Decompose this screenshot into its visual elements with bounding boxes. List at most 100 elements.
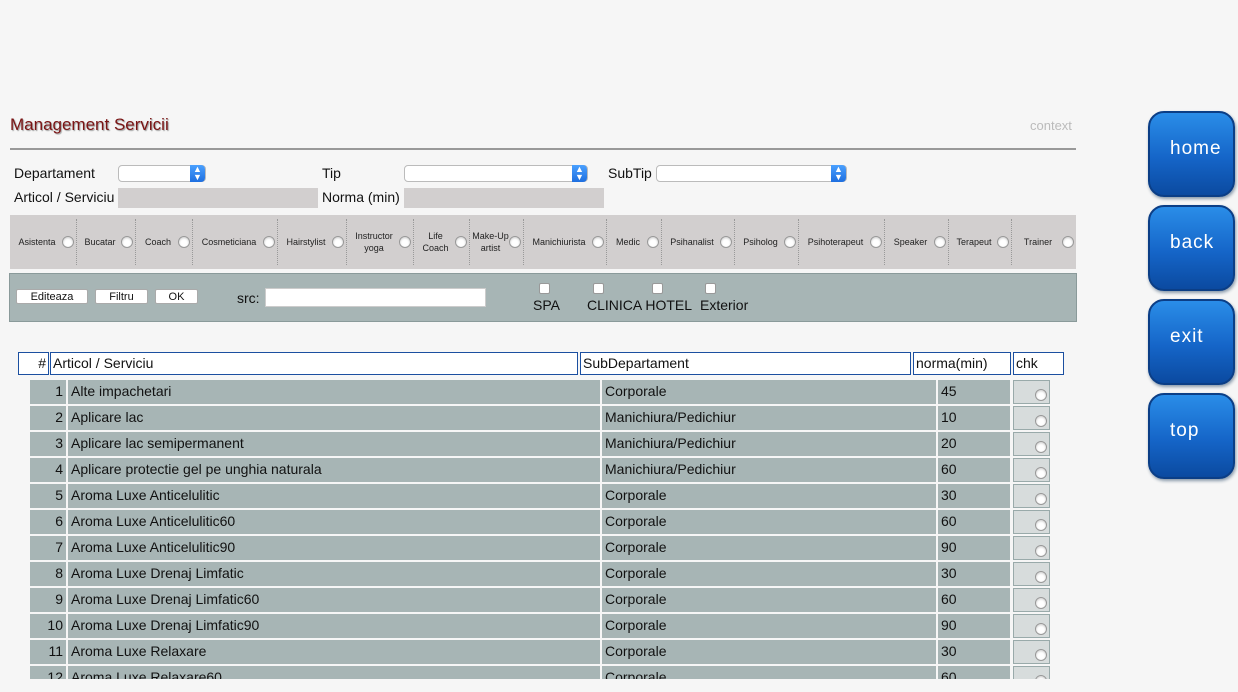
- table-row[interactable]: 11 Aroma Luxe Relaxare Corporale 30: [29, 639, 1053, 665]
- role-speaker[interactable]: Speaker: [885, 219, 949, 265]
- row-select-radio[interactable]: [1035, 545, 1047, 557]
- role-make-up-artist[interactable]: Make-Up artist: [470, 219, 524, 265]
- role-hairstylist[interactable]: Hairstylist: [278, 219, 347, 265]
- ok-button[interactable]: OK: [155, 289, 198, 304]
- role-cosmeticiana[interactable]: Cosmeticiana: [193, 219, 278, 265]
- role-radio[interactable]: [62, 236, 74, 248]
- role-radio[interactable]: [332, 236, 344, 248]
- role-radio[interactable]: [399, 236, 411, 248]
- role-radio[interactable]: [870, 236, 882, 248]
- col-header-num: #: [18, 352, 49, 375]
- row-select-radio[interactable]: [1035, 675, 1047, 679]
- row-select-radio[interactable]: [1035, 597, 1047, 609]
- table-row[interactable]: 5 Aroma Luxe Anticelulitic Corporale 30: [29, 483, 1053, 509]
- tip-label: Tip: [322, 165, 341, 181]
- role-radio[interactable]: [178, 236, 190, 248]
- role-radio[interactable]: [1062, 236, 1074, 248]
- row-norma: 60: [938, 588, 1010, 612]
- role-bucatar[interactable]: Bucatar: [77, 219, 136, 265]
- filter-button[interactable]: Filtru: [95, 289, 148, 304]
- role-terapeut[interactable]: Terapeut: [949, 219, 1012, 265]
- row-select-radio[interactable]: [1035, 415, 1047, 427]
- role-psiholog[interactable]: Psiholog: [735, 219, 799, 265]
- row-chk: [1013, 484, 1050, 508]
- row-chk: [1013, 432, 1050, 456]
- table-row[interactable]: 8 Aroma Luxe Drenaj Limfatic Corporale 30: [29, 561, 1053, 587]
- row-select-radio[interactable]: [1035, 623, 1047, 635]
- row-num: 5: [30, 484, 66, 508]
- role-asistenta[interactable]: Asistenta: [10, 219, 77, 265]
- hotel-checkbox[interactable]: [652, 283, 663, 294]
- home-button[interactable]: home: [1148, 111, 1235, 197]
- row-num: 3: [30, 432, 66, 456]
- row-norma: 30: [938, 562, 1010, 586]
- divider: [10, 148, 1076, 150]
- role-instructor-yoga[interactable]: Instructor yoga: [347, 219, 414, 265]
- exterior-checkbox[interactable]: [705, 283, 716, 294]
- table-row[interactable]: 6 Aroma Luxe Anticelulitic60 Corporale 60: [29, 509, 1053, 535]
- role-radio[interactable]: [121, 236, 133, 248]
- role-radio[interactable]: [263, 236, 275, 248]
- role-radio[interactable]: [997, 236, 1009, 248]
- table-row[interactable]: 3 Aplicare lac semipermanent Manichiura/Pe…: [29, 431, 1053, 457]
- table-row[interactable]: 9 Aroma Luxe Drenaj Limfatic60 Corporale 60: [29, 587, 1053, 613]
- norma-field[interactable]: [404, 188, 604, 208]
- row-select-radio[interactable]: [1035, 519, 1047, 531]
- back-button[interactable]: back: [1148, 205, 1235, 291]
- row-subdepartament: Corporale: [602, 562, 936, 586]
- articol-field[interactable]: [118, 188, 318, 208]
- row-chk: [1013, 510, 1050, 534]
- role-radio[interactable]: [784, 236, 796, 248]
- role-life-coach[interactable]: Life Coach: [414, 219, 470, 265]
- src-input[interactable]: [265, 288, 486, 307]
- row-select-radio[interactable]: [1035, 649, 1047, 661]
- clinica-checkbox[interactable]: [593, 283, 604, 294]
- role-psihoterapeut[interactable]: Psihoterapeut: [799, 219, 885, 265]
- table-row[interactable]: 12 Aroma Luxe Relaxare60 Corporale 60: [29, 665, 1053, 679]
- spa-checkbox[interactable]: [539, 283, 550, 294]
- role-radio[interactable]: [647, 236, 659, 248]
- row-select-radio[interactable]: [1035, 467, 1047, 479]
- row-num: 4: [30, 458, 66, 482]
- role-radio[interactable]: [455, 236, 467, 248]
- row-select-radio[interactable]: [1035, 441, 1047, 453]
- row-select-radio[interactable]: [1035, 571, 1047, 583]
- row-num: 12: [30, 666, 66, 679]
- table-row[interactable]: 10 Aroma Luxe Drenaj Limfatic90 Corporale 9…: [29, 613, 1053, 639]
- row-chk: [1013, 614, 1050, 638]
- role-medic[interactable]: Medic: [607, 219, 662, 265]
- row-chk: [1013, 666, 1050, 679]
- role-manichiurista[interactable]: Manichiurista: [524, 219, 607, 265]
- table-row[interactable]: 2 Aplicare lac Manichiura/Pedichiur 10: [29, 405, 1053, 431]
- table-row[interactable]: 1 Alte impachetari Corporale 45: [29, 379, 1053, 405]
- row-num: 10: [30, 614, 66, 638]
- row-select-radio[interactable]: [1035, 389, 1047, 401]
- table-row[interactable]: 4 Aplicare protectie gel pe unghia natura…: [29, 457, 1053, 483]
- subtip-select[interactable]: ▲ ▼: [656, 165, 847, 182]
- role-coach[interactable]: Coach: [136, 219, 193, 265]
- row-subdepartament: Corporale: [602, 614, 936, 638]
- role-radio[interactable]: [720, 236, 732, 248]
- row-norma: 30: [938, 640, 1010, 664]
- context-link[interactable]: context: [1030, 118, 1072, 133]
- row-select-radio[interactable]: [1035, 493, 1047, 505]
- role-radio[interactable]: [934, 236, 946, 248]
- row-num: 11: [30, 640, 66, 664]
- role-psihanalist[interactable]: Psihanalist: [662, 219, 735, 265]
- top-button[interactable]: top: [1148, 393, 1235, 479]
- role-trainer[interactable]: Trainer: [1012, 219, 1076, 265]
- role-radio[interactable]: [509, 236, 521, 248]
- tip-select[interactable]: ▲ ▼: [404, 165, 588, 182]
- src-label: src:: [237, 290, 260, 306]
- row-chk: [1013, 458, 1050, 482]
- edit-button[interactable]: Editeaza: [16, 289, 88, 304]
- select-chevron-icon: ▲ ▼: [572, 165, 587, 182]
- role-radio[interactable]: [592, 236, 604, 248]
- departament-select[interactable]: ▲ ▼: [118, 165, 206, 182]
- row-norma: 60: [938, 458, 1010, 482]
- row-norma: 10: [938, 406, 1010, 430]
- col-header-norma: norma(min): [913, 352, 1011, 375]
- row-articol: Aroma Luxe Drenaj Limfatic: [68, 562, 600, 586]
- table-row[interactable]: 7 Aroma Luxe Anticelulitic90 Corporale 90: [29, 535, 1053, 561]
- exit-button[interactable]: exit: [1148, 299, 1235, 385]
